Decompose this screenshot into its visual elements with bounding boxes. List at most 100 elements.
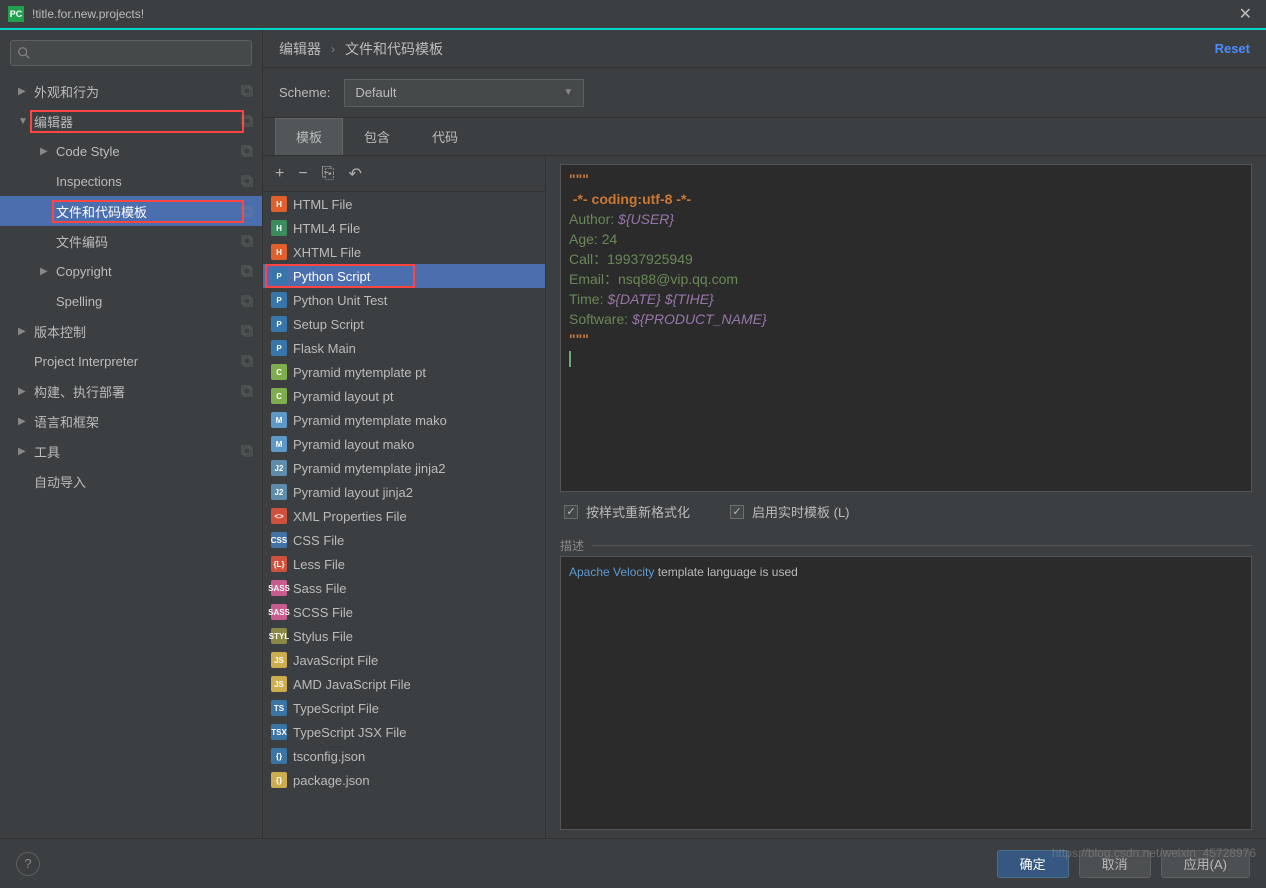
template-item[interactable]: PSetup Script [263,312,545,336]
remove-icon[interactable]: − [298,165,307,183]
scheme-dropdown[interactable]: Default ▼ [344,79,584,107]
breadcrumb-leaf: 文件和代码模板 [345,39,443,59]
scheme-copy-icon [240,84,254,98]
template-item[interactable]: SASSSass File [263,576,545,600]
sidebar-item[interactable]: ▼编辑器 [0,106,262,136]
reformat-checkbox[interactable]: ✓ 按样式重新格式化 [564,502,690,521]
template-item[interactable]: {L}Less File [263,552,545,576]
scheme-copy-icon [240,324,254,338]
sidebar-item[interactable]: 文件编码 [0,226,262,256]
velocity-link[interactable]: Apache Velocity [569,565,654,579]
file-type-icon: M [271,436,287,452]
description-label: 描述 [560,535,1252,556]
breadcrumb: 编辑器 › 文件和代码模板 [279,39,443,59]
file-type-icon: H [271,220,287,236]
template-item-label: Python Unit Test [293,293,387,308]
scheme-copy-icon [240,114,254,128]
sidebar-item[interactable]: ▶工具 [0,436,262,466]
sidebar-item[interactable]: Spelling [0,286,262,316]
tab[interactable]: 代码 [411,118,479,155]
template-item-label: Flask Main [293,341,356,356]
file-type-icon: H [271,244,287,260]
file-type-icon: M [271,412,287,428]
template-item[interactable]: JSAMD JavaScript File [263,672,545,696]
sidebar-item[interactable]: 自动导入 [0,466,262,496]
template-item[interactable]: HXHTML File [263,240,545,264]
sidebar-item[interactable]: ▶Code Style [0,136,262,166]
title-bar: PC !title.for.new.projects! ✕ [0,0,1266,30]
close-icon[interactable]: ✕ [1233,4,1258,24]
template-item[interactable]: J2Pyramid mytemplate jinja2 [263,456,545,480]
description-box: Apache Velocity template language is use… [560,556,1252,830]
template-item[interactable]: TSXTypeScript JSX File [263,720,545,744]
tab[interactable]: 包含 [343,118,411,155]
file-type-icon: P [271,340,287,356]
file-type-icon: C [271,388,287,404]
template-item[interactable]: {}package.json [263,768,545,792]
apply-button[interactable]: 应用(A) [1161,850,1250,878]
template-item[interactable]: TSTypeScript File [263,696,545,720]
file-type-icon: {L} [271,556,287,572]
template-item[interactable]: JSJavaScript File [263,648,545,672]
template-item-label: HTML File [293,197,352,212]
sidebar-item[interactable]: ▶外观和行为 [0,76,262,106]
tab[interactable]: 模板 [275,118,343,155]
settings-sidebar: ▶外观和行为▼编辑器▶Code StyleInspections 文件和代码模板文… [0,30,263,838]
template-item[interactable]: HHTML4 File [263,216,545,240]
reset-link[interactable]: Reset [1215,41,1250,56]
copy-icon[interactable]: ⎘ [322,165,335,183]
ok-button[interactable]: 确定 [997,850,1069,878]
scheme-copy-icon [240,264,254,278]
cancel-button[interactable]: 取消 [1079,850,1151,878]
scheme-copy-icon [240,174,254,188]
search-input[interactable] [10,40,252,66]
tree-arrow-icon: ▼ [18,116,34,127]
breadcrumb-root[interactable]: 编辑器 [279,39,321,59]
template-item[interactable]: HHTML File [263,192,545,216]
template-item[interactable]: SASSSCSS File [263,600,545,624]
template-item-label: XML Properties File [293,509,407,524]
tree-arrow-icon: ▶ [40,266,56,277]
sidebar-item[interactable]: ▶版本控制 [0,316,262,346]
template-code-editor[interactable]: """ -*- coding:utf-8 -*- Author: ${USER}… [560,164,1252,492]
file-type-icon: {} [271,772,287,788]
file-type-icon: {} [271,748,287,764]
template-item[interactable]: MPyramid layout mako [263,432,545,456]
sidebar-item[interactable]: ▶Copyright [0,256,262,286]
scheme-copy-icon [240,384,254,398]
scheme-copy-icon [240,204,254,218]
file-type-icon: TSX [271,724,287,740]
undo-icon[interactable]: ↶ [349,164,362,184]
add-icon[interactable]: + [275,165,284,183]
live-template-checkbox[interactable]: ✓ 启用实时模板 (L) [730,502,850,521]
chevron-right-icon: › [331,42,335,56]
template-item[interactable]: PPython Unit Test [263,288,545,312]
template-item[interactable]: J2Pyramid layout jinja2 [263,480,545,504]
sidebar-item[interactable]: 文件和代码模板 [0,196,262,226]
template-item[interactable]: {}tsconfig.json [263,744,545,768]
sidebar-item-label: 文件和代码模板 [56,202,240,221]
template-item[interactable]: P Flask Main [263,336,545,360]
template-list[interactable]: HHTML FileHHTML4 FileHXHTML FilePPython … [263,192,545,838]
template-item-label: JavaScript File [293,653,378,668]
file-type-icon: SASS [271,604,287,620]
template-item[interactable]: PPython Script [263,264,545,288]
template-item[interactable]: <>XML Properties File [263,504,545,528]
sidebar-item[interactable]: ▶构建、执行部署 [0,376,262,406]
reformat-label: 按样式重新格式化 [586,502,690,521]
template-item[interactable]: STYLStylus File [263,624,545,648]
template-item[interactable]: MPyramid mytemplate mako [263,408,545,432]
template-item[interactable]: CPyramid layout pt [263,384,545,408]
checkbox-checked-icon: ✓ [730,505,744,519]
sidebar-item[interactable]: Inspections [0,166,262,196]
template-item[interactable]: CSSCSS File [263,528,545,552]
sidebar-item[interactable]: Project Interpreter [0,346,262,376]
template-item-label: Pyramid mytemplate jinja2 [293,461,445,476]
help-button[interactable]: ? [16,852,40,876]
sidebar-item[interactable]: ▶语言和框架 [0,406,262,436]
template-item[interactable]: CPyramid mytemplate pt [263,360,545,384]
sidebar-item-label: Spelling [56,294,240,309]
checkbox-checked-icon: ✓ [564,505,578,519]
tree-arrow-icon: ▶ [18,86,34,97]
file-type-icon: SASS [271,580,287,596]
